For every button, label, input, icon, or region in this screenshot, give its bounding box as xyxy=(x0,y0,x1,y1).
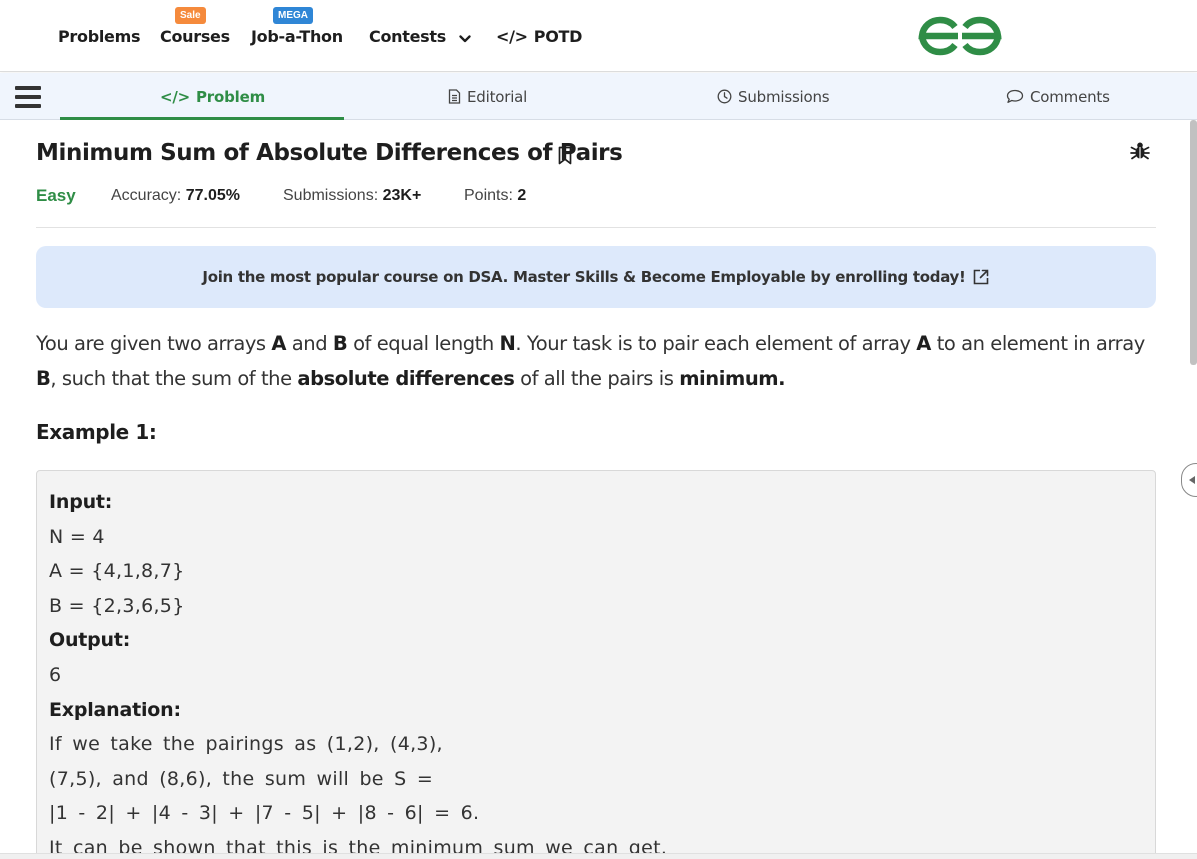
example-line: 6 xyxy=(49,663,62,686)
example-line: If we take the pairings as (1,2), (4,3), xyxy=(49,733,443,756)
example-line: B = {2,3,6,5} xyxy=(49,594,185,617)
nav-job-a-thon[interactable]: Job-a-Thon xyxy=(251,27,343,46)
nav-courses[interactable]: Courses xyxy=(160,27,230,46)
tab-comments[interactable]: Comments xyxy=(1006,73,1110,120)
statement-bold: B xyxy=(332,332,348,355)
submissions-stat: Submissions: 23K+ xyxy=(283,187,421,205)
tab-editorial[interactable]: Editorial xyxy=(448,73,527,120)
example-output-label: Output: xyxy=(49,629,131,652)
collapse-panel-icon[interactable] xyxy=(1181,463,1197,497)
problem-statement: You are given two arrays A and B of equa… xyxy=(36,326,1156,396)
example-line: N = 4 xyxy=(49,525,105,548)
bug-icon[interactable] xyxy=(1130,141,1150,166)
vertical-scrollbar[interactable] xyxy=(1190,120,1197,365)
statement-text: You are given two arrays xyxy=(36,332,272,355)
tab-problem[interactable]: </> Problem xyxy=(160,73,265,120)
horizontal-scrollbar[interactable] xyxy=(0,853,1197,859)
comment-icon xyxy=(1006,89,1024,104)
tab-problem-label: Problem xyxy=(196,87,265,106)
submissions-label: Submissions: xyxy=(283,187,379,204)
chevron-down-icon xyxy=(459,28,471,47)
example-title: Example 1: xyxy=(36,420,157,444)
points-value: 2 xyxy=(517,187,527,204)
statement-text: . Your task is to pair each element of a… xyxy=(515,332,917,355)
difficulty-label: Easy xyxy=(36,186,76,205)
example-explanation-label: Explanation: xyxy=(49,698,181,721)
active-tab-indicator xyxy=(60,117,344,120)
example-input-label: Input: xyxy=(49,491,113,513)
gfg-logo[interactable] xyxy=(918,14,1002,63)
example-line: (7,5), and (8,6), the sum will be S = xyxy=(49,767,434,790)
tab-submissions[interactable]: Submissions xyxy=(717,73,830,120)
bookmark-icon[interactable] xyxy=(557,146,573,170)
menu-icon[interactable] xyxy=(15,86,41,108)
statement-text: of all the pairs is xyxy=(514,367,680,390)
nav-potd[interactable]: </> POTD xyxy=(496,27,582,46)
statement-text: and xyxy=(286,332,333,355)
external-link-icon xyxy=(972,268,990,286)
statement-bold: minimum. xyxy=(679,367,786,390)
statement-bold: A xyxy=(916,332,931,355)
submissions-value: 23K+ xyxy=(382,187,422,204)
points-stat: Points: 2 xyxy=(464,187,526,205)
problem-title: Minimum Sum of Absolute Differences of P… xyxy=(36,140,623,166)
points-label: Points: xyxy=(464,187,513,204)
course-banner[interactable]: Join the most popular course on DSA. Mas… xyxy=(36,246,1156,308)
nav-contests[interactable]: Contests xyxy=(369,27,471,47)
example-line: |1 - 2| + |4 - 3| + |7 - 5| + |8 - 6| = … xyxy=(49,802,480,825)
nav-potd-label: POTD xyxy=(533,27,583,46)
statement-text: to an element in array xyxy=(930,332,1146,355)
top-navigation: Problems Sale Courses MEGA Job-a-Thon Co… xyxy=(0,0,1197,72)
clock-icon xyxy=(717,89,732,104)
statement-bold: N xyxy=(499,332,516,355)
statement-bold: A xyxy=(271,332,287,355)
editorial-icon xyxy=(448,89,461,104)
statement-text: , such that the sum of the xyxy=(50,367,298,390)
nav-problems[interactable]: Problems xyxy=(58,27,141,46)
problem-tab-bar: </> Problem Editorial Submissions Commen… xyxy=(0,73,1197,120)
accuracy-stat: Accuracy: 77.05% xyxy=(111,187,240,205)
statement-bold: B xyxy=(36,367,51,390)
example-line: A = {4,1,8,7} xyxy=(49,560,185,583)
sale-badge: Sale xyxy=(175,7,206,24)
accuracy-value: 77.05% xyxy=(185,187,240,204)
statement-text: of equal length xyxy=(347,332,500,355)
tab-editorial-label: Editorial xyxy=(467,87,528,106)
code-icon: </> xyxy=(496,27,528,46)
statement-bold: absolute differences xyxy=(297,367,515,390)
divider xyxy=(36,227,1156,228)
mega-badge: MEGA xyxy=(273,7,313,24)
tab-comments-label: Comments xyxy=(1030,87,1110,106)
banner-text: Join the most popular course on DSA. Mas… xyxy=(202,268,966,286)
accuracy-label: Accuracy: xyxy=(111,187,182,204)
code-icon: </> xyxy=(160,87,191,106)
nav-contests-label: Contests xyxy=(369,27,446,46)
tab-submissions-label: Submissions xyxy=(738,87,830,106)
example-box: Input: N = 4 A = {4,1,8,7} B = {2,3,6,5}… xyxy=(36,470,1156,859)
